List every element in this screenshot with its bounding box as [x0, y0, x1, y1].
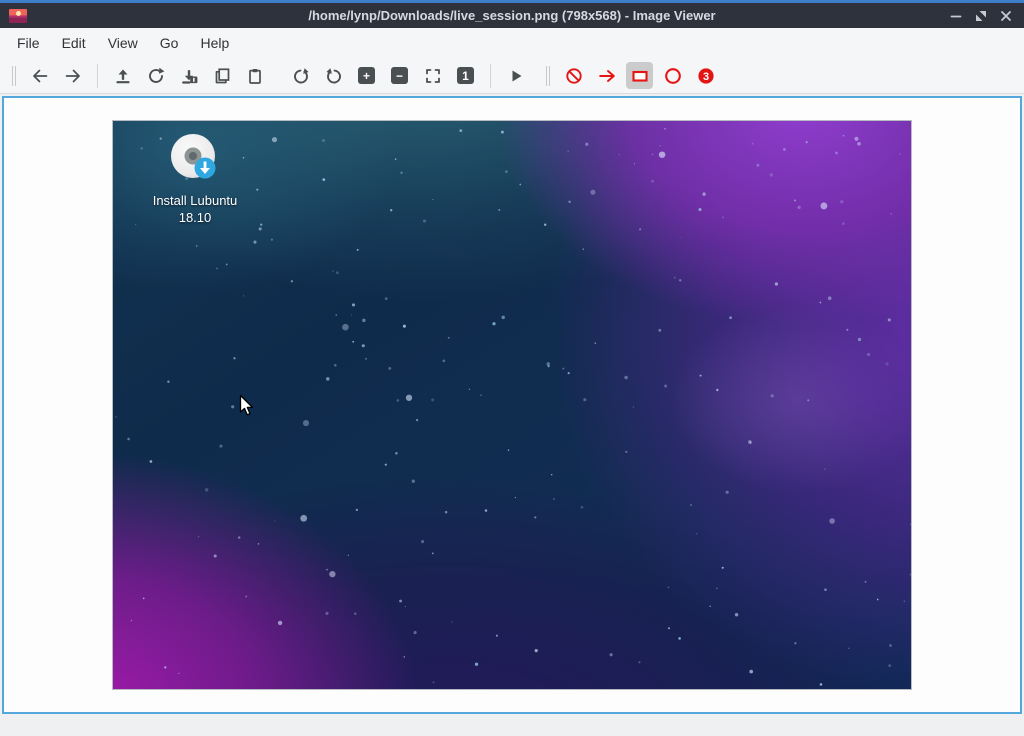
close-button[interactable]: [998, 8, 1014, 24]
minimize-icon: [948, 8, 964, 24]
one-square-icon: 1: [457, 67, 474, 84]
titlebar[interactable]: /home/lynp/Downloads/live_session.png (7…: [0, 0, 1024, 28]
draw-circle-button[interactable]: [659, 62, 686, 89]
red-rectangle-icon: [630, 66, 650, 86]
original-size-button[interactable]: 1: [452, 62, 479, 89]
reload-button[interactable]: [142, 62, 169, 89]
app-icon: [9, 9, 27, 23]
menu-help[interactable]: Help: [189, 29, 240, 57]
slideshow-button[interactable]: [502, 62, 529, 89]
rotate-counterclockwise-button[interactable]: [320, 62, 347, 89]
save-as-button[interactable]: [175, 62, 202, 89]
draw-number-button[interactable]: 3: [692, 62, 719, 89]
toolbar-separator: [97, 64, 98, 88]
window-title: /home/lynp/Downloads/live_session.png (7…: [120, 8, 904, 23]
zoom-in-button[interactable]: +: [353, 62, 380, 89]
restore-icon: [973, 8, 989, 24]
draw-arrow-button[interactable]: [593, 62, 620, 89]
install-icon-label: Install Lubuntu 18.10: [139, 192, 251, 226]
download-badge-icon: [179, 66, 199, 86]
mouse-pointer-icon: [239, 394, 255, 418]
image-viewer-window: /home/lynp/Downloads/live_session.png (7…: [0, 0, 1024, 736]
close-icon: [998, 8, 1014, 24]
copy-button[interactable]: [208, 62, 235, 89]
red-arrow-icon: [597, 66, 617, 86]
maximize-button[interactable]: [973, 8, 989, 24]
annotation-toolbar-drag-handle[interactable]: [546, 66, 550, 86]
blue-download-badge-icon: [195, 158, 216, 179]
arrow-right-icon: [63, 66, 83, 86]
arrow-left-icon: [30, 66, 50, 86]
previous-file-button[interactable]: [26, 62, 53, 89]
rotate-clockwise-button[interactable]: [287, 62, 314, 89]
image-canvas[interactable]: Install Lubuntu 18.10: [2, 96, 1022, 714]
menubar: File Edit View Go Help: [0, 28, 1024, 58]
zoom-in-square-icon: +: [358, 67, 375, 84]
zoom-out-square-icon: −: [391, 67, 408, 84]
paste-button[interactable]: [241, 62, 268, 89]
refresh-icon: [146, 66, 166, 86]
statusbar: [0, 714, 1024, 736]
clipboard-icon: [245, 66, 265, 86]
lubuntu-wallpaper: Install Lubuntu 18.10: [113, 121, 911, 689]
menu-edit[interactable]: Edit: [51, 29, 97, 57]
no-annotation-button[interactable]: [560, 62, 587, 89]
toolbar-drag-handle[interactable]: [12, 66, 16, 86]
red-circle-icon: [663, 66, 683, 86]
toolbar-separator: [490, 64, 491, 88]
menu-go[interactable]: Go: [149, 29, 190, 57]
red-number-circle-icon: 3: [696, 66, 716, 86]
svg-text:3: 3: [702, 70, 708, 82]
open-file-button[interactable]: [109, 62, 136, 89]
rotate-ccw-icon: [324, 66, 344, 86]
upload-icon: [113, 66, 133, 86]
fit-corners-icon: [423, 66, 443, 86]
prohibition-icon: [564, 66, 584, 86]
zoom-out-button[interactable]: −: [386, 62, 413, 89]
displayed-image[interactable]: Install Lubuntu 18.10: [112, 120, 912, 690]
menu-file[interactable]: File: [6, 29, 51, 57]
next-file-button[interactable]: [59, 62, 86, 89]
toolbar: + − 1: [0, 58, 1024, 94]
draw-rectangle-button[interactable]: [626, 62, 653, 89]
window-controls: [948, 8, 1014, 24]
minimize-button[interactable]: [948, 8, 964, 24]
install-disc-icon: [169, 132, 221, 184]
install-lubuntu-icon: Install Lubuntu 18.10: [139, 132, 251, 226]
play-icon: [506, 66, 526, 86]
copy-icon: [212, 66, 232, 86]
fit-window-button[interactable]: [419, 62, 446, 89]
rotate-cw-icon: [291, 66, 311, 86]
menu-view[interactable]: View: [97, 29, 149, 57]
